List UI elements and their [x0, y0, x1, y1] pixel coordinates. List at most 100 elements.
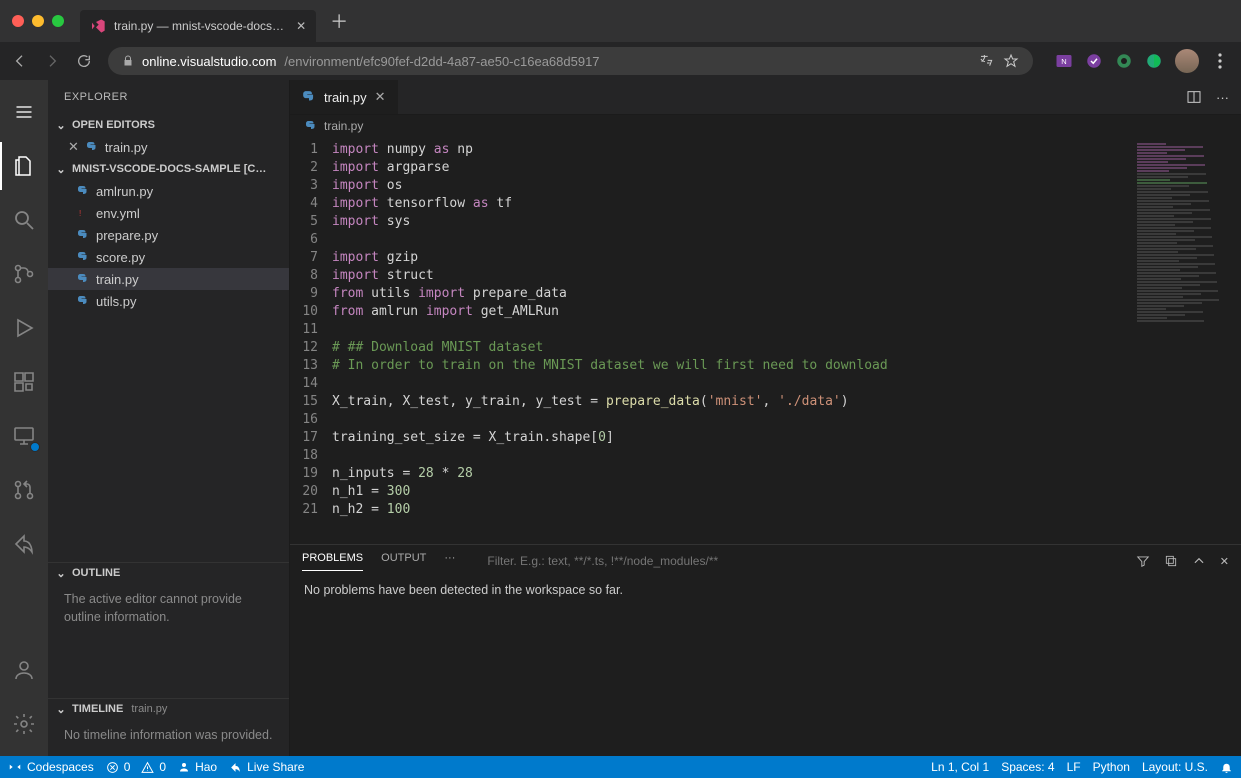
file-item[interactable]: train.py [48, 268, 289, 290]
github-pr-icon[interactable] [0, 466, 48, 514]
explorer-title: EXPLORER [48, 80, 289, 114]
file-item[interactable]: !env.yml [48, 202, 289, 224]
onenote-icon[interactable]: N [1055, 52, 1073, 70]
open-editors-header[interactable]: ⌄ OPEN EDITORS [48, 114, 289, 136]
problems-tab[interactable]: PROBLEMS [302, 552, 363, 571]
forward-button[interactable] [44, 53, 62, 69]
minimap[interactable] [1131, 137, 1241, 544]
editor-tabs: train.py ✕ ··· [290, 80, 1241, 115]
explorer-icon[interactable] [0, 142, 48, 190]
extension-icon-3[interactable] [1145, 52, 1163, 70]
reload-button[interactable] [76, 53, 94, 69]
search-icon[interactable] [0, 196, 48, 244]
line-number: 21 [290, 501, 332, 519]
keyboard-layout[interactable]: Layout: U.S. [1142, 760, 1208, 774]
file-item[interactable]: prepare.py [48, 224, 289, 246]
python-file-icon [85, 140, 99, 154]
language-mode[interactable]: Python [1093, 760, 1130, 774]
code-line: 4import tensorflow as tf [290, 195, 1131, 213]
outline-header[interactable]: ⌄ OUTLINE [48, 562, 289, 584]
maximize-window-button[interactable] [52, 15, 64, 27]
vscode-icon [90, 18, 106, 34]
line-number: 3 [290, 177, 332, 195]
line-number: 16 [290, 411, 332, 429]
panel-more-tab[interactable]: ··· [444, 552, 455, 570]
split-editor-icon[interactable] [1186, 89, 1202, 105]
file-name: train.py [96, 272, 139, 287]
timeline-header[interactable]: ⌄ TIMELINE train.py [48, 698, 289, 720]
close-window-button[interactable] [12, 15, 24, 27]
open-editor-item[interactable]: ✕ train.py [48, 136, 289, 158]
file-name: env.yml [96, 206, 140, 221]
eol[interactable]: LF [1067, 760, 1081, 774]
code-editor[interactable]: 1import numpy as np2import argparse3impo… [290, 137, 1131, 544]
error-icon [106, 761, 119, 774]
breadcrumb[interactable]: train.py [290, 115, 1241, 137]
editor-area: train.py ✕ ··· train.py 1import numpy as… [290, 80, 1241, 756]
timeline-label: TIMELINE [72, 703, 123, 715]
status-bar: Codespaces 0 0 Hao Live Share Ln 1, Col … [0, 756, 1241, 778]
indentation[interactable]: Spaces: 4 [1001, 760, 1054, 774]
account-icon[interactable] [0, 646, 48, 694]
code-line: 13# In order to train on the MNIST datas… [290, 357, 1131, 375]
minimize-window-button[interactable] [32, 15, 44, 27]
timeline-suffix: train.py [131, 703, 167, 715]
favorite-icon[interactable] [1003, 53, 1019, 69]
chevron-up-icon[interactable] [1192, 554, 1206, 568]
line-number: 19 [290, 465, 332, 483]
code-line: 9from utils import prepare_data [290, 285, 1131, 303]
close-panel-icon[interactable]: ✕ [1220, 555, 1229, 568]
live-share-button[interactable]: Live Share [229, 760, 304, 774]
close-tab-icon[interactable]: ✕ [296, 19, 306, 33]
live-share-icon[interactable] [0, 520, 48, 568]
errors-count[interactable]: 0 0 [106, 760, 166, 774]
chevron-down-icon: ⌄ [54, 567, 68, 580]
line-number: 7 [290, 249, 332, 267]
output-tab[interactable]: OUTPUT [381, 552, 426, 570]
translate-icon[interactable] [979, 53, 995, 69]
close-tab-icon[interactable]: ✕ [375, 89, 386, 105]
browser-tab[interactable]: train.py — mnist-vscode-docs… ✕ [80, 10, 316, 42]
bottom-panel: PROBLEMS OUTPUT ··· ✕ No problems have b… [290, 544, 1241, 756]
editor-tab[interactable]: train.py ✕ [290, 80, 399, 114]
run-debug-icon[interactable] [0, 304, 48, 352]
profile-avatar[interactable] [1175, 49, 1199, 73]
warning-icon [141, 761, 154, 774]
svg-text:N: N [1061, 57, 1066, 66]
notifications-icon[interactable] [1220, 761, 1233, 774]
remote-explorer-icon[interactable] [0, 412, 48, 460]
folder-header[interactable]: ⌄ MNIST-VSCODE-DOCS-SAMPLE [C… [48, 158, 289, 180]
file-item[interactable]: score.py [48, 246, 289, 268]
menu-icon[interactable] [0, 88, 48, 136]
line-number: 13 [290, 357, 332, 375]
code-line: 3import os [290, 177, 1131, 195]
close-icon[interactable]: ✕ [68, 139, 79, 155]
extension-icon-1[interactable] [1085, 52, 1103, 70]
extensions-icon[interactable] [0, 358, 48, 406]
file-item[interactable]: utils.py [48, 290, 289, 312]
line-number: 8 [290, 267, 332, 285]
browser-tab-title: train.py — mnist-vscode-docs… [114, 19, 284, 33]
address-bar[interactable]: online.visualstudio.com/environment/efc9… [108, 47, 1033, 75]
line-number: 11 [290, 321, 332, 339]
new-tab-button[interactable]: ＋ [330, 8, 348, 34]
editor-tab-label: train.py [324, 90, 367, 105]
more-menu-icon[interactable] [1211, 52, 1229, 70]
filter-icon[interactable] [1136, 554, 1150, 568]
problems-filter-input[interactable] [487, 554, 1103, 568]
cursor-position[interactable]: Ln 1, Col 1 [931, 760, 989, 774]
source-control-icon[interactable] [0, 250, 48, 298]
file-item[interactable]: amlrun.py [48, 180, 289, 202]
user-indicator[interactable]: Hao [178, 760, 217, 774]
python-file-icon [76, 184, 90, 198]
collapse-all-icon[interactable] [1164, 554, 1178, 568]
extension-icon-2[interactable] [1115, 52, 1133, 70]
remote-indicator[interactable]: Codespaces [8, 760, 94, 774]
line-number: 9 [290, 285, 332, 303]
settings-gear-icon[interactable] [0, 700, 48, 748]
url-domain: online.visualstudio.com [142, 54, 276, 69]
file-name: utils.py [96, 294, 136, 309]
more-actions-icon[interactable]: ··· [1216, 90, 1229, 105]
problems-message: No problems have been detected in the wo… [290, 577, 1241, 603]
back-button[interactable] [12, 53, 30, 69]
